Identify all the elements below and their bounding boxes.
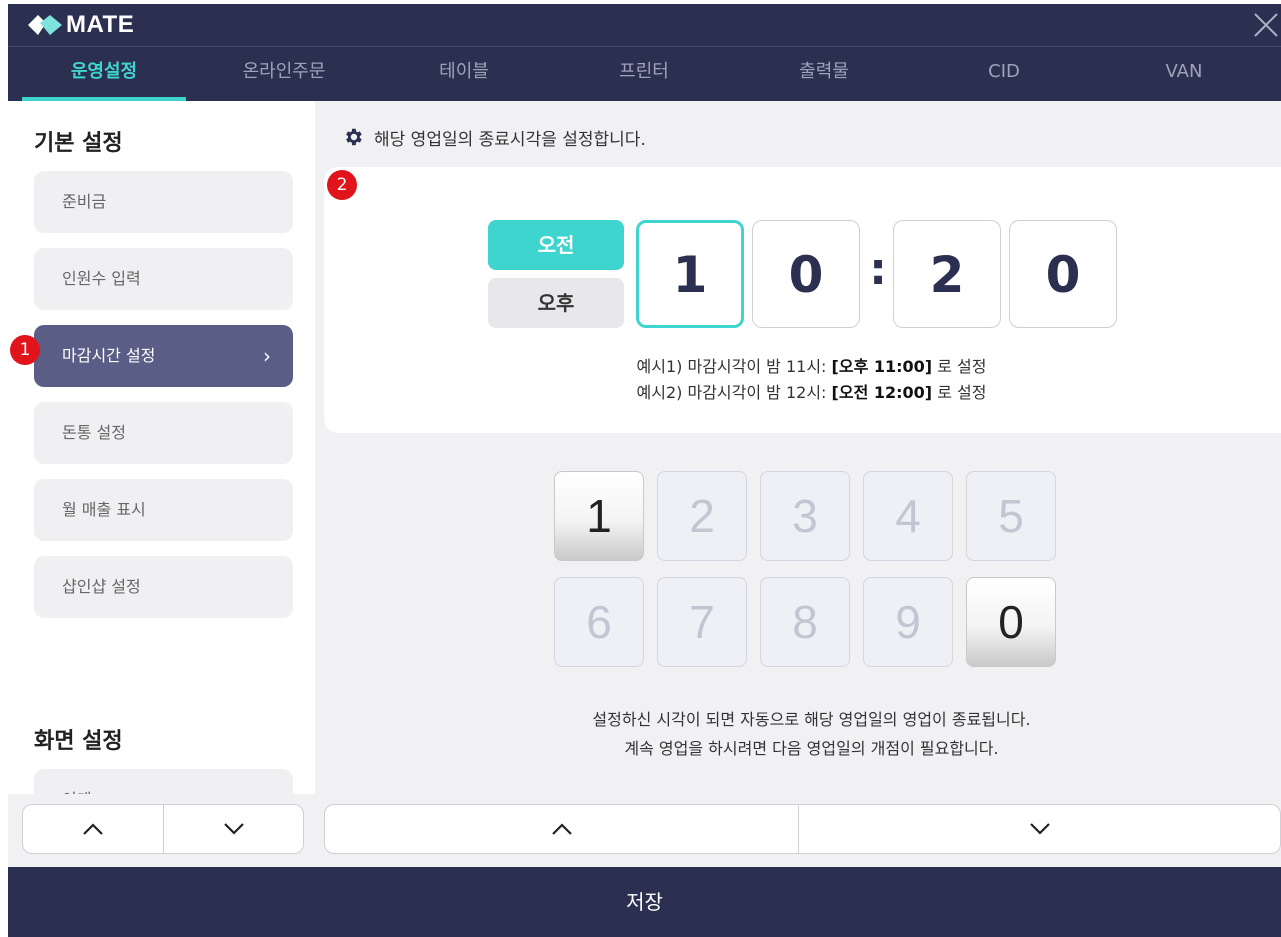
example-2-value: [오전 12:00] (831, 383, 933, 402)
sidebar-item-label: 마감시간 설정 (62, 346, 156, 365)
pm-button[interactable]: 오후 (488, 278, 624, 328)
sidebar-scroll-down-button[interactable] (164, 805, 304, 853)
key-9[interactable]: 9 (863, 577, 953, 667)
main-scroll-down-button[interactable] (799, 805, 1281, 853)
note-line-2: 계속 영업을 하시려면 다음 영업일의 개점이 필요합니다. (624, 739, 999, 758)
example-2-text: 예시2) 마감시각이 밤 12시: (636, 383, 832, 402)
time-colon: : (869, 244, 887, 295)
note-line-1: 설정하신 시각이 되면 자동으로 해당 영업일의 영업이 종료됩니다. (592, 710, 1031, 729)
sidebar-item-label: 돈통 설정 (62, 423, 126, 442)
hour-tens-digit[interactable]: 1 (636, 220, 744, 328)
chevron-up-icon (551, 823, 572, 835)
key-1[interactable]: 1 (554, 471, 644, 561)
section-title-basic: 기본 설정 (34, 131, 123, 156)
sidebar-item-label: 이게 (62, 790, 91, 794)
key-8[interactable]: 8 (760, 577, 850, 667)
sidebar-item-monthly-sales[interactable]: 월 매출 표시 (34, 479, 293, 541)
sidebar-item-label: 월 매출 표시 (62, 500, 146, 519)
example-2-suffix: 로 설정 (932, 383, 987, 402)
key-7[interactable]: 7 (657, 577, 747, 667)
tab-printer[interactable]: 프린터 (554, 47, 734, 102)
main-scroll-up-button[interactable] (325, 805, 798, 853)
info-line: 해당 영업일의 종료시각을 설정합니다. (342, 122, 646, 152)
tab-operations[interactable]: 운영설정 (14, 47, 194, 102)
sidebar-item-partial[interactable]: 이게 (34, 769, 293, 794)
minute-tens-digit[interactable]: 2 (893, 220, 1001, 328)
key-3[interactable]: 3 (760, 471, 850, 561)
logo: MATE (26, 11, 135, 38)
tab-online-order[interactable]: 온라인주문 (194, 47, 374, 102)
title-bar: MATE (8, 4, 1281, 46)
save-button[interactable]: 저장 (8, 867, 1281, 937)
chevron-down-icon (1030, 823, 1050, 835)
sidebar-item-label: 샵인샵 설정 (62, 577, 141, 596)
sidebar-item-cash-reserve[interactable]: 준비금 (34, 171, 293, 233)
section-title-screen: 화면 설정 (34, 729, 123, 754)
tab-cid[interactable]: CID (914, 47, 1094, 102)
key-4[interactable]: 4 (863, 471, 953, 561)
key-2[interactable]: 2 (657, 471, 747, 561)
annotation-badge-2: 2 (327, 170, 357, 200)
logo-text: MATE (66, 11, 135, 38)
example-1-value: [오후 11:00] (831, 357, 933, 376)
key-5[interactable]: 5 (966, 471, 1056, 561)
tab-bar: 운영설정 온라인주문 테이블 프린터 출력물 CID VAN (8, 46, 1281, 101)
sidebar: 기본 설정 준비금 인원수 입력 마감시간 설정 › 돈통 설정 월 매출 표시… (8, 101, 315, 794)
example-1-text: 예시1) 마감시각이 밤 11시: (636, 357, 832, 376)
example-1-suffix: 로 설정 (932, 357, 987, 376)
example-2: 예시2) 마감시각이 밤 12시: [오전 12:00] 로 설정 (324, 379, 1281, 403)
minute-ones-digit[interactable]: 0 (1009, 220, 1117, 328)
close-icon[interactable] (1251, 10, 1281, 40)
key-6[interactable]: 6 (554, 577, 644, 667)
sidebar-item-label: 인원수 입력 (62, 269, 141, 288)
chevron-right-icon: › (263, 344, 271, 368)
main-scroll-controls (324, 804, 1281, 854)
chevron-up-icon (83, 823, 103, 835)
example-1: 예시1) 마감시각이 밤 11시: [오후 11:00] 로 설정 (324, 353, 1281, 377)
tab-van[interactable]: VAN (1094, 47, 1274, 102)
gear-icon (346, 128, 362, 146)
am-button[interactable]: 오전 (488, 220, 624, 270)
sidebar-item-cash-drawer[interactable]: 돈통 설정 (34, 402, 293, 464)
chevron-down-icon (224, 823, 244, 835)
time-settings-panel: 오전 오후 1 0 : 2 0 예시1) 마감시각이 밤 11시: [오후 11… (324, 167, 1281, 433)
tab-output[interactable]: 출력물 (734, 47, 914, 102)
mate-logo-icon (28, 15, 62, 35)
sidebar-scroll-up-button[interactable] (23, 805, 163, 853)
sidebar-scroll-controls (22, 804, 304, 854)
sidebar-item-guest-count[interactable]: 인원수 입력 (34, 248, 293, 310)
app-window: MATE 운영설정 온라인주문 테이블 프린터 출력물 CID VAN 기본 설… (8, 4, 1281, 937)
key-0[interactable]: 0 (966, 577, 1056, 667)
annotation-badge-1: 1 (10, 335, 40, 365)
sidebar-item-closing-time[interactable]: 마감시간 설정 › (34, 325, 293, 387)
hour-ones-digit[interactable]: 0 (752, 220, 860, 328)
tab-table[interactable]: 테이블 (374, 47, 554, 102)
info-text: 해당 영업일의 종료시각을 설정합니다. (374, 129, 646, 150)
sidebar-item-label: 준비금 (62, 192, 107, 211)
sidebar-item-shop-in-shop[interactable]: 샵인샵 설정 (34, 556, 293, 618)
